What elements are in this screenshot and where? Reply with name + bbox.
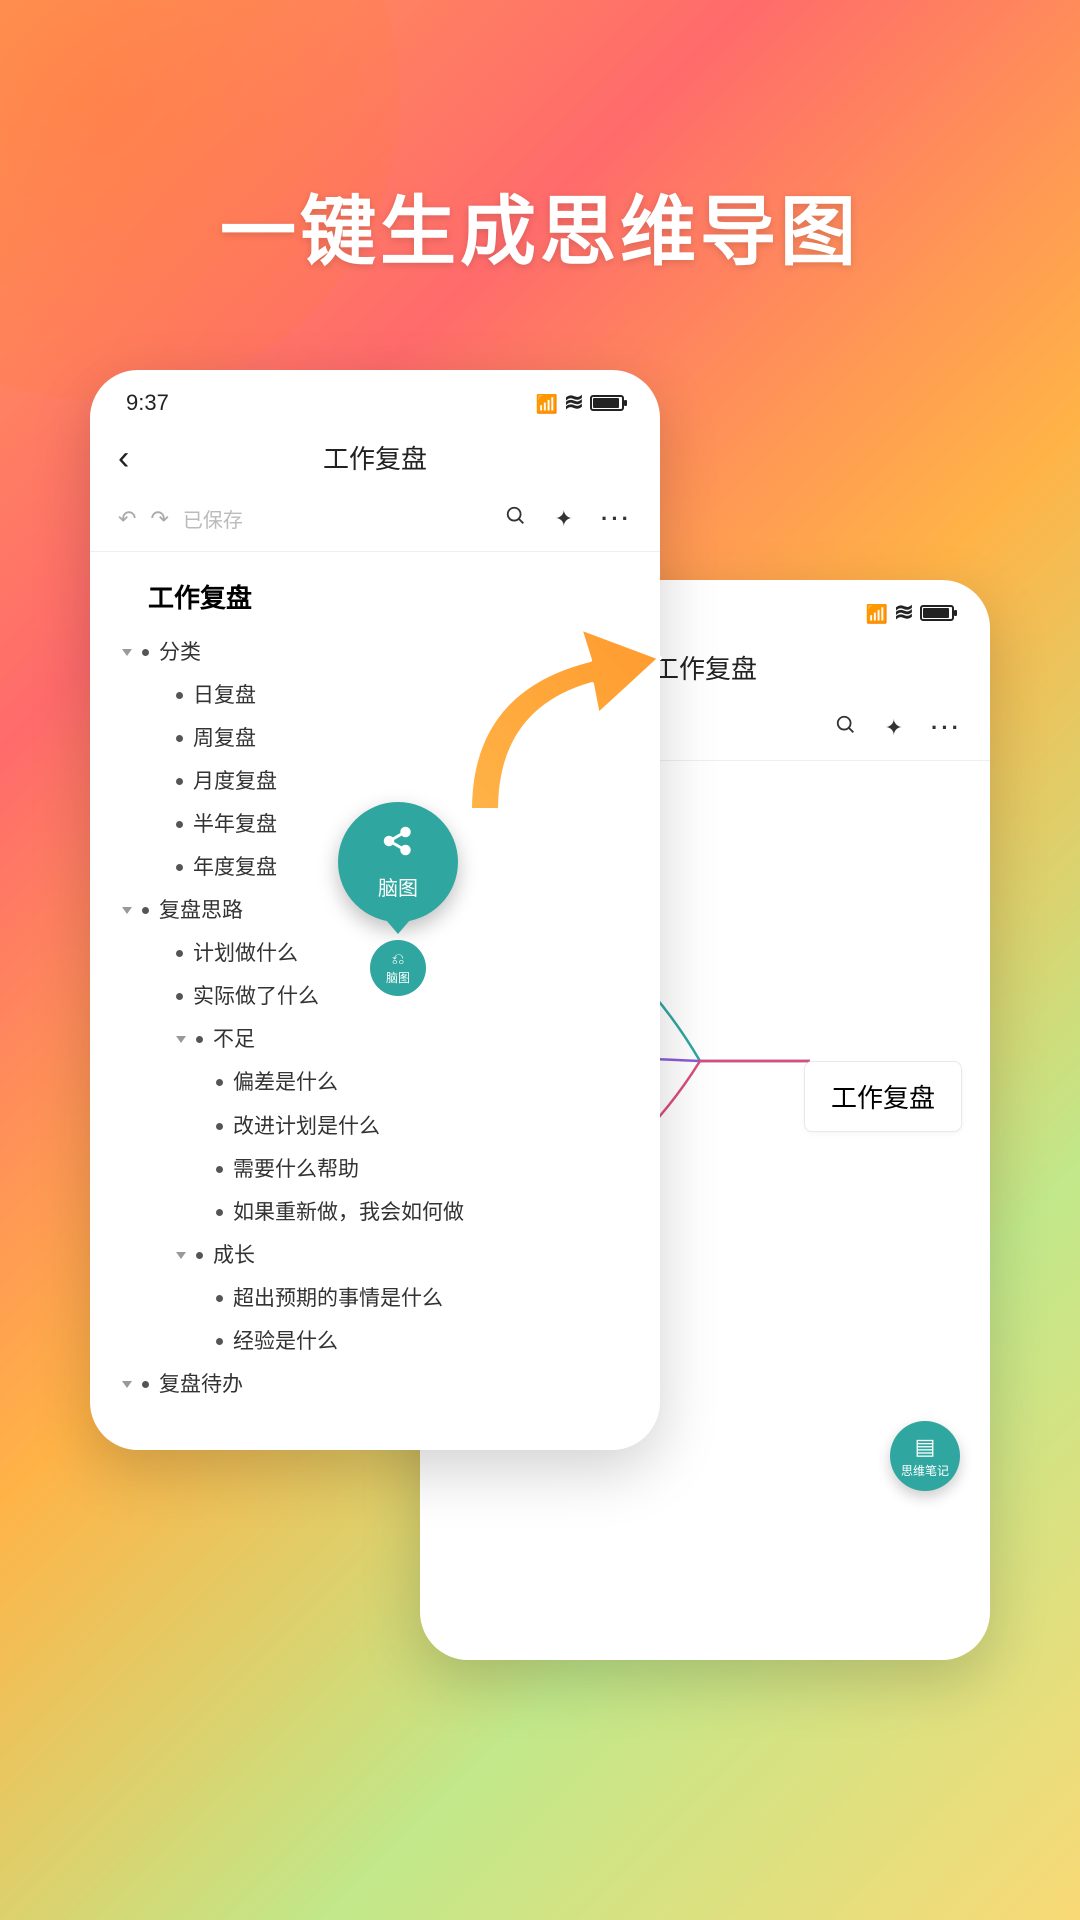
bullet-icon [216, 1123, 223, 1130]
list-item[interactable]: 偏差是什么 [118, 1061, 632, 1104]
signal-icon [865, 600, 887, 626]
undo-icon[interactable]: ↶ [118, 506, 136, 532]
notes-fab[interactable]: ▤ 思维笔记 [890, 1421, 960, 1491]
caret-icon[interactable] [122, 649, 132, 656]
redo-icon[interactable]: ↷ [150, 506, 168, 532]
mindmap-callout: 脑图 ⎌ 脑图 [338, 802, 458, 996]
nav-header: ‹ 工作复盘 [90, 427, 660, 494]
battery-icon [590, 395, 624, 411]
mindmap-root-node[interactable]: 工作复盘 [804, 1061, 962, 1132]
list-item[interactable]: 不足 [118, 1018, 632, 1061]
wifi-icon [894, 598, 914, 627]
bullet-icon [176, 950, 183, 957]
search-icon[interactable] [835, 714, 857, 742]
bullet-icon [196, 1036, 203, 1043]
list-item[interactable]: 如果重新做，我会如何做 [118, 1191, 632, 1234]
toolbar: ↶ ↷ 已保存 ✦ ··· [90, 494, 660, 552]
bullet-icon [176, 735, 183, 742]
bullet-icon [142, 907, 149, 914]
bullet-icon [176, 864, 183, 871]
bullet-icon [216, 1079, 223, 1086]
caret-icon[interactable] [176, 1036, 186, 1043]
bullet-icon [176, 778, 183, 785]
caret-icon[interactable] [176, 1252, 186, 1259]
wifi-icon [564, 388, 584, 417]
caret-icon[interactable] [122, 1381, 132, 1388]
callout-label: 脑图 [378, 872, 418, 901]
back-button[interactable]: ‹ [118, 441, 129, 475]
callout-pointer-icon [386, 920, 410, 934]
search-icon[interactable] [505, 505, 527, 533]
fab-label: 思维笔记 [901, 1462, 949, 1479]
bullet-icon [216, 1166, 223, 1173]
caret-icon[interactable] [122, 907, 132, 914]
save-status: 已保存 [183, 504, 243, 533]
ai-sparkle-icon[interactable]: ✦ [555, 506, 573, 532]
list-item[interactable]: 超出预期的事情是什么 [118, 1277, 632, 1320]
transition-arrow-icon [430, 610, 670, 830]
page-title: 工作复盘 [323, 439, 427, 476]
callout-small-label: 脑图 [386, 969, 410, 986]
bullet-icon [216, 1295, 223, 1302]
mindmap-button[interactable]: 脑图 [338, 802, 458, 922]
share-graph-icon: ⎌ [392, 951, 405, 969]
ai-sparkle-icon[interactable]: ✦ [885, 715, 903, 741]
signal-icon [535, 390, 557, 416]
mindmap-mini-button[interactable]: ⎌ 脑图 [370, 940, 426, 996]
bullet-icon [176, 993, 183, 1000]
list-item[interactable]: 改进计划是什么 [118, 1105, 632, 1148]
list-item[interactable]: 经验是什么 [118, 1320, 632, 1363]
status-time: 9:37 [126, 390, 169, 416]
promo-headline: 一键生成思维导图 [0, 170, 1080, 280]
bullet-icon [142, 649, 149, 656]
bullet-icon [196, 1252, 203, 1259]
bullet-icon [176, 692, 183, 699]
status-bar: 9:37 [90, 370, 660, 427]
document-icon: ▤ [915, 1434, 936, 1460]
list-item[interactable]: 需要什么帮助 [118, 1148, 632, 1191]
bullet-icon [216, 1209, 223, 1216]
bullet-icon [142, 1381, 149, 1388]
battery-icon [920, 605, 954, 621]
bullet-icon [216, 1338, 223, 1345]
more-icon[interactable]: ··· [931, 715, 962, 741]
share-graph-icon [380, 823, 416, 868]
list-item[interactable]: 复盘待办 [118, 1363, 632, 1406]
bullet-icon [176, 821, 183, 828]
list-item[interactable]: 成长 [118, 1234, 632, 1277]
more-icon[interactable]: ··· [601, 506, 632, 532]
